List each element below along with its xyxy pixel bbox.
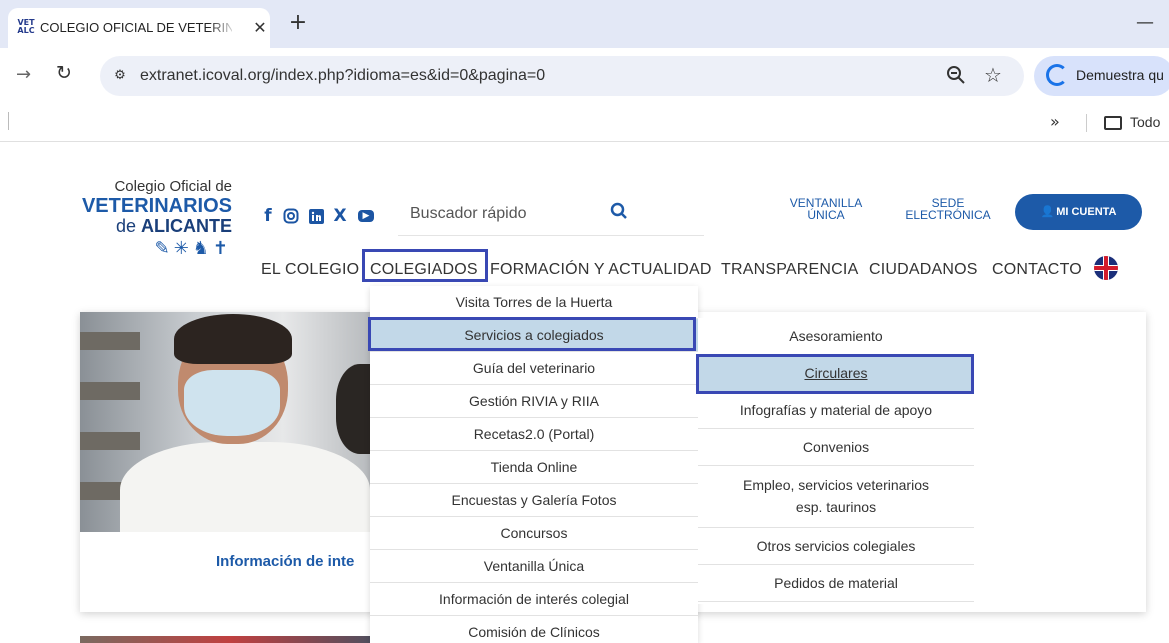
profile-label: Demuestra qu <box>1076 67 1164 83</box>
dropdown-item-informacion-interes[interactable]: Información de interés colegial <box>370 583 698 616</box>
tab-title: COLEGIO OFICIAL DE VETERINA <box>40 20 232 35</box>
vet-photo <box>80 312 370 532</box>
logo-symbols-icon: ✎✳♞✝ <box>154 238 232 259</box>
submenu-item-infografias[interactable]: Infografías y material de apoyo <box>698 392 974 429</box>
dropdown-item-gestion-rivia[interactable]: Gestión RIVIA y RIIA <box>370 385 698 418</box>
submenu-item-otros-servicios[interactable]: Otros servicios colegiales <box>698 528 974 565</box>
tune-icon[interactable]: ⚙ <box>108 64 132 88</box>
logo-line3: de ALICANTE <box>116 216 232 237</box>
logo-line1: Colegio Oficial de <box>114 178 232 195</box>
dropdown-item-tienda-online[interactable]: Tienda Online <box>370 451 698 484</box>
submenu-item-pedidos[interactable]: Pedidos de material <box>698 565 974 602</box>
servicios-highlight <box>368 317 696 351</box>
star-icon[interactable]: ☆ <box>984 63 1006 87</box>
next-card-photo <box>80 636 380 643</box>
dropdown-item-guia-veterinario[interactable]: Guía del veterinario <box>370 352 698 385</box>
nav-colegiados-highlight <box>362 249 488 282</box>
nav-transparencia[interactable]: TRANSPARENCIA <box>721 261 858 279</box>
reload-icon[interactable]: ↻ <box>56 62 80 86</box>
user-icon: 👤 <box>1040 205 1055 218</box>
my-account-button[interactable]: 👤 MI CUENTA <box>1015 194 1142 230</box>
vet-alc-favicon-icon: VET ALC <box>17 18 35 35</box>
main-navigation: EL COLEGIO COLEGIADOS FORMACIÓN Y ACTUAL… <box>0 258 1169 286</box>
bookmark-folder-label[interactable]: Todo <box>1130 114 1160 130</box>
x-icon[interactable]: X <box>332 205 348 227</box>
dropdown-item-recetas[interactable]: Recetas2.0 (Portal) <box>370 418 698 451</box>
uk-flag-icon[interactable] <box>1094 256 1118 280</box>
url-text[interactable]: extranet.icoval.org/index.php?idioma=es&… <box>140 67 545 85</box>
browser-toolbar: → ↻ ⚙ extranet.icoval.org/index.php?idio… <box>0 48 1169 104</box>
ventanilla-unica-link[interactable]: VENTANILLA ÚNICA <box>786 197 866 221</box>
bookmarks-bar: » Todo <box>0 104 1169 142</box>
nav-contacto[interactable]: CONTACTO <box>992 261 1082 279</box>
dropdown-item-visita-torres[interactable]: Visita Torres de la Huerta <box>370 286 698 319</box>
card-caption[interactable]: Información de inte <box>216 553 354 570</box>
quick-search <box>398 192 704 236</box>
browser-tab[interactable]: VET ALC COLEGIO OFICIAL DE VETERINA ✕ <box>8 8 270 48</box>
tab-title-fade <box>208 18 238 38</box>
youtube-icon[interactable]: ▶ <box>358 210 374 222</box>
logo-line2: VETERINARIOS <box>81 195 232 217</box>
circulares-highlight <box>696 354 974 394</box>
nav-formacion-actualidad[interactable]: FORMACIÓN Y ACTUALIDAD <box>490 261 712 279</box>
plus-icon[interactable]: + <box>286 12 310 36</box>
submenu-item-empleo[interactable]: Empleo, servicios veterinarios esp. taur… <box>698 466 974 528</box>
browser-tab-bar: VET ALC COLEGIO OFICIAL DE VETERINA ✕ + — <box>0 0 1169 48</box>
sede-electronica-link[interactable]: SEDE ELECTRÓNICA <box>900 197 996 221</box>
dropdown-item-ventanilla-unica[interactable]: Ventanilla Única <box>370 550 698 583</box>
address-bar[interactable]: ⚙ extranet.icoval.org/index.php?idioma=e… <box>100 56 1024 96</box>
site-logo[interactable]: Colegio Oficial de VETERINARIOS de ALICA… <box>78 178 238 260</box>
zoom-icon[interactable] <box>946 65 968 87</box>
minimize-icon[interactable]: — <box>1136 12 1166 36</box>
submenu-item-convenios[interactable]: Convenios <box>698 429 974 466</box>
logo-line3-bold: ALICANTE <box>141 216 232 236</box>
my-account-label: MI CUENTA <box>1056 206 1117 218</box>
nav-ciudadanos[interactable]: CIUDADANOS <box>869 261 978 279</box>
nav-el-colegio[interactable]: EL COLEGIO <box>261 261 359 279</box>
search-input[interactable] <box>410 202 610 226</box>
instagram-icon[interactable] <box>282 205 300 227</box>
bookmarks-separator <box>8 112 9 130</box>
facebook-icon[interactable]: f <box>262 205 274 227</box>
dropdown-item-concursos[interactable]: Concursos <box>370 517 698 550</box>
loading-ring-icon <box>1046 64 1068 86</box>
submenu-item-asesoramiento[interactable]: Asesoramiento <box>698 318 974 355</box>
dropdown-item-encuestas[interactable]: Encuestas y Galería Fotos <box>370 484 698 517</box>
search-icon[interactable] <box>610 202 630 222</box>
arrow-forward-icon[interactable]: → <box>16 64 40 88</box>
profile-button[interactable]: Demuestra qu <box>1034 56 1169 96</box>
folder-icon[interactable] <box>1104 116 1122 130</box>
bookmarks-separator <box>1086 114 1087 132</box>
double-chevron-icon[interactable]: » <box>1050 112 1060 131</box>
linkedin-icon[interactable] <box>308 205 324 227</box>
close-icon[interactable]: ✕ <box>250 18 270 38</box>
logo-line3-prefix: de <box>115 216 141 236</box>
dropdown-item-comision-clinicos[interactable]: Comisión de Clínicos <box>370 616 698 643</box>
